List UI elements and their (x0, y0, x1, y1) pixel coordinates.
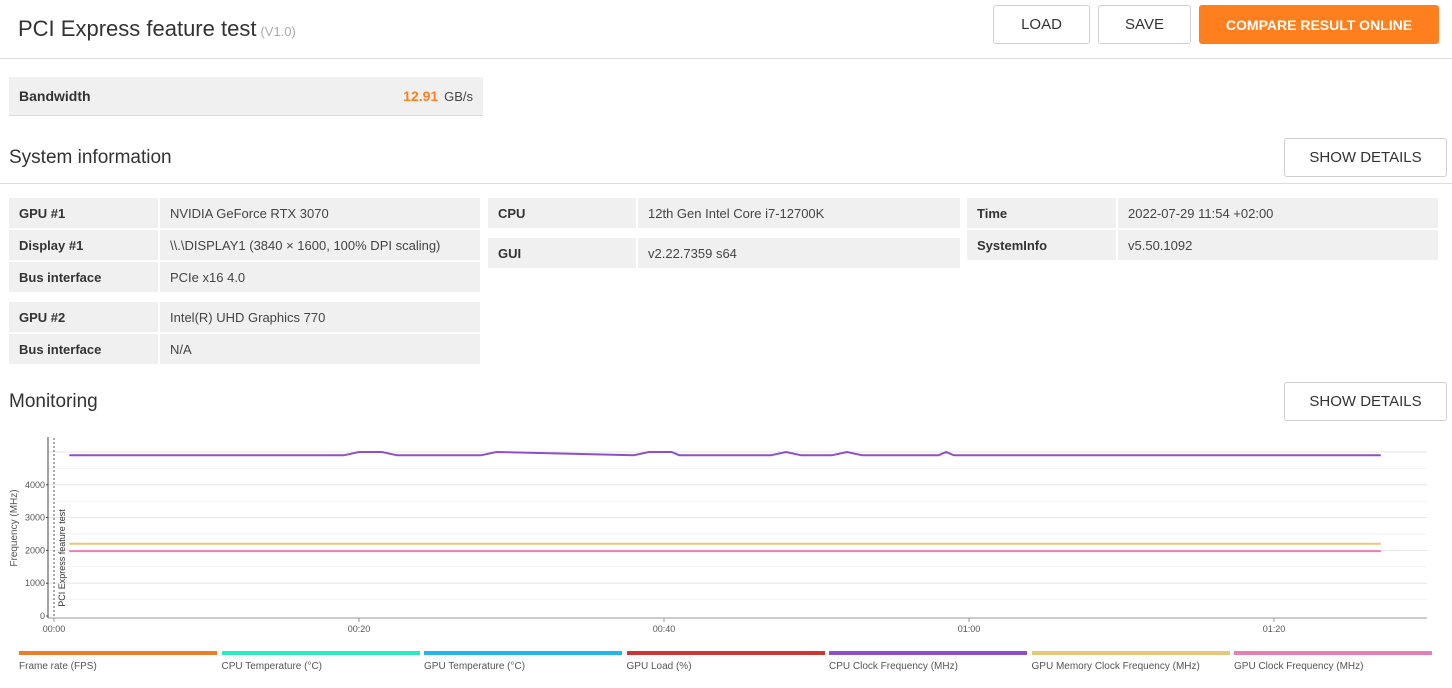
gpu1-value: NVIDIA GeForce RTX 3070 (160, 198, 480, 228)
chart-grid (48, 451, 1427, 601)
y-tick-label: 2000 (25, 545, 45, 555)
header-divider (0, 58, 1452, 59)
x-tick-label: 00:20 (348, 624, 371, 634)
compare-result-online-button[interactable]: COMPARE RESULT ONLINE (1199, 5, 1439, 44)
legend-item[interactable]: GPU Temperature (°C) (424, 651, 622, 681)
page-title-text: PCI Express feature test (18, 16, 257, 41)
gpu1-key: GPU #1 (9, 198, 158, 228)
legend-color-bar (221, 651, 420, 655)
y-axis-label: Frequency (MHz) (9, 489, 20, 566)
legend-label: GPU Temperature (°C) (424, 661, 526, 672)
cpu-value: 12th Gen Intel Core i7-12700K (638, 198, 960, 228)
test-annotation: PCI Express feature test (57, 509, 67, 607)
y-tick-label: 1000 (25, 578, 45, 588)
bus-interface-1-value: PCIe x16 4.0 (160, 262, 480, 292)
monitoring-title: Monitoring (9, 391, 98, 412)
save-button[interactable]: SAVE (1098, 5, 1191, 44)
legend-color-bar (19, 651, 217, 655)
x-tick-label: 00:40 (653, 624, 676, 634)
bus-interface-2-key: Bus interface (9, 334, 158, 364)
x-tick-label: 00:00 (43, 624, 66, 634)
y-tick-label: 0 (40, 611, 45, 621)
systeminfo-value: v5.50.1092 (1118, 230, 1438, 260)
y-tick-label: 4000 (25, 480, 45, 490)
legend-label: GPU Clock Frequency (MHz) (1234, 661, 1364, 672)
bus-interface-2-value: N/A (160, 334, 480, 364)
display1-key: Display #1 (9, 230, 158, 260)
legend-label: GPU Load (%) (626, 661, 692, 672)
legend-item[interactable]: CPU Temperature (°C) (221, 651, 420, 681)
legend-color-bar (829, 651, 1027, 655)
gui-value: v2.22.7359 s64 (638, 238, 960, 268)
bus-interface-1-key: Bus interface (9, 262, 158, 292)
monitoring-chart: 0 1000 2000 3000 4000 00:00 00:20 00:40 01:00 01… (9, 437, 1427, 634)
system-information-title: System information (9, 147, 172, 168)
legend-item[interactable]: CPU Clock Frequency (MHz) (829, 651, 1027, 681)
load-button[interactable]: LOAD (993, 5, 1090, 44)
legend-item[interactable]: GPU Load (%) (626, 651, 825, 681)
monitoring-show-details-button[interactable]: SHOW DETAILS (1284, 382, 1447, 421)
gui-key: GUI (488, 238, 636, 268)
x-tick-label: 01:20 (1263, 624, 1286, 634)
legend-color-bar (626, 651, 825, 655)
legend-color-bar (424, 651, 622, 655)
version-label: (V1.0) (260, 24, 296, 39)
gpu2-key: GPU #2 (9, 302, 158, 332)
time-key: Time (967, 198, 1116, 228)
time-value: 2022-07-29 11:54 +02:00 (1118, 198, 1438, 228)
bandwidth-unit: GB/s (444, 89, 473, 104)
y-tick-label: 3000 (25, 513, 45, 523)
legend-label: CPU Temperature (°C) (221, 661, 323, 672)
x-tick-label: 01:00 (958, 624, 981, 634)
systeminfo-key: SystemInfo (967, 230, 1116, 260)
legend-item[interactable]: GPU Memory Clock Frequency (MHz) (1031, 651, 1230, 681)
cpu-key: CPU (488, 198, 636, 228)
page-title: PCI Express feature test (V1.0) (18, 16, 296, 42)
legend-label: GPU Memory Clock Frequency (MHz) (1031, 661, 1200, 672)
legend-label: Frame rate (FPS) (19, 661, 97, 672)
legend-item[interactable]: Frame rate (FPS) (19, 651, 217, 681)
x-tick-labels: 00:00 00:20 00:40 01:00 01:20 (43, 618, 1286, 634)
display1-value: \\.\DISPLAY1 (3840 × 1600, 100% DPI scal… (160, 230, 480, 260)
legend-color-bar (1031, 651, 1230, 655)
legend-color-bar (1234, 651, 1432, 655)
bandwidth-row: Bandwidth 12.91 GB/s (9, 77, 483, 116)
bandwidth-label: Bandwidth (19, 88, 91, 104)
bandwidth-value: 12.91 GB/s (403, 88, 473, 104)
legend-item[interactable]: GPU Clock Frequency (MHz) (1234, 651, 1432, 681)
y-tick-labels: 0 1000 2000 3000 4000 (25, 480, 48, 621)
legend-label: CPU Clock Frequency (MHz) (829, 661, 958, 672)
system-info-show-details-button[interactable]: SHOW DETAILS (1284, 138, 1447, 177)
bandwidth-number: 12.91 (403, 88, 439, 104)
system-info-divider (0, 183, 1452, 184)
gpu2-value: Intel(R) UHD Graphics 770 (160, 302, 480, 332)
